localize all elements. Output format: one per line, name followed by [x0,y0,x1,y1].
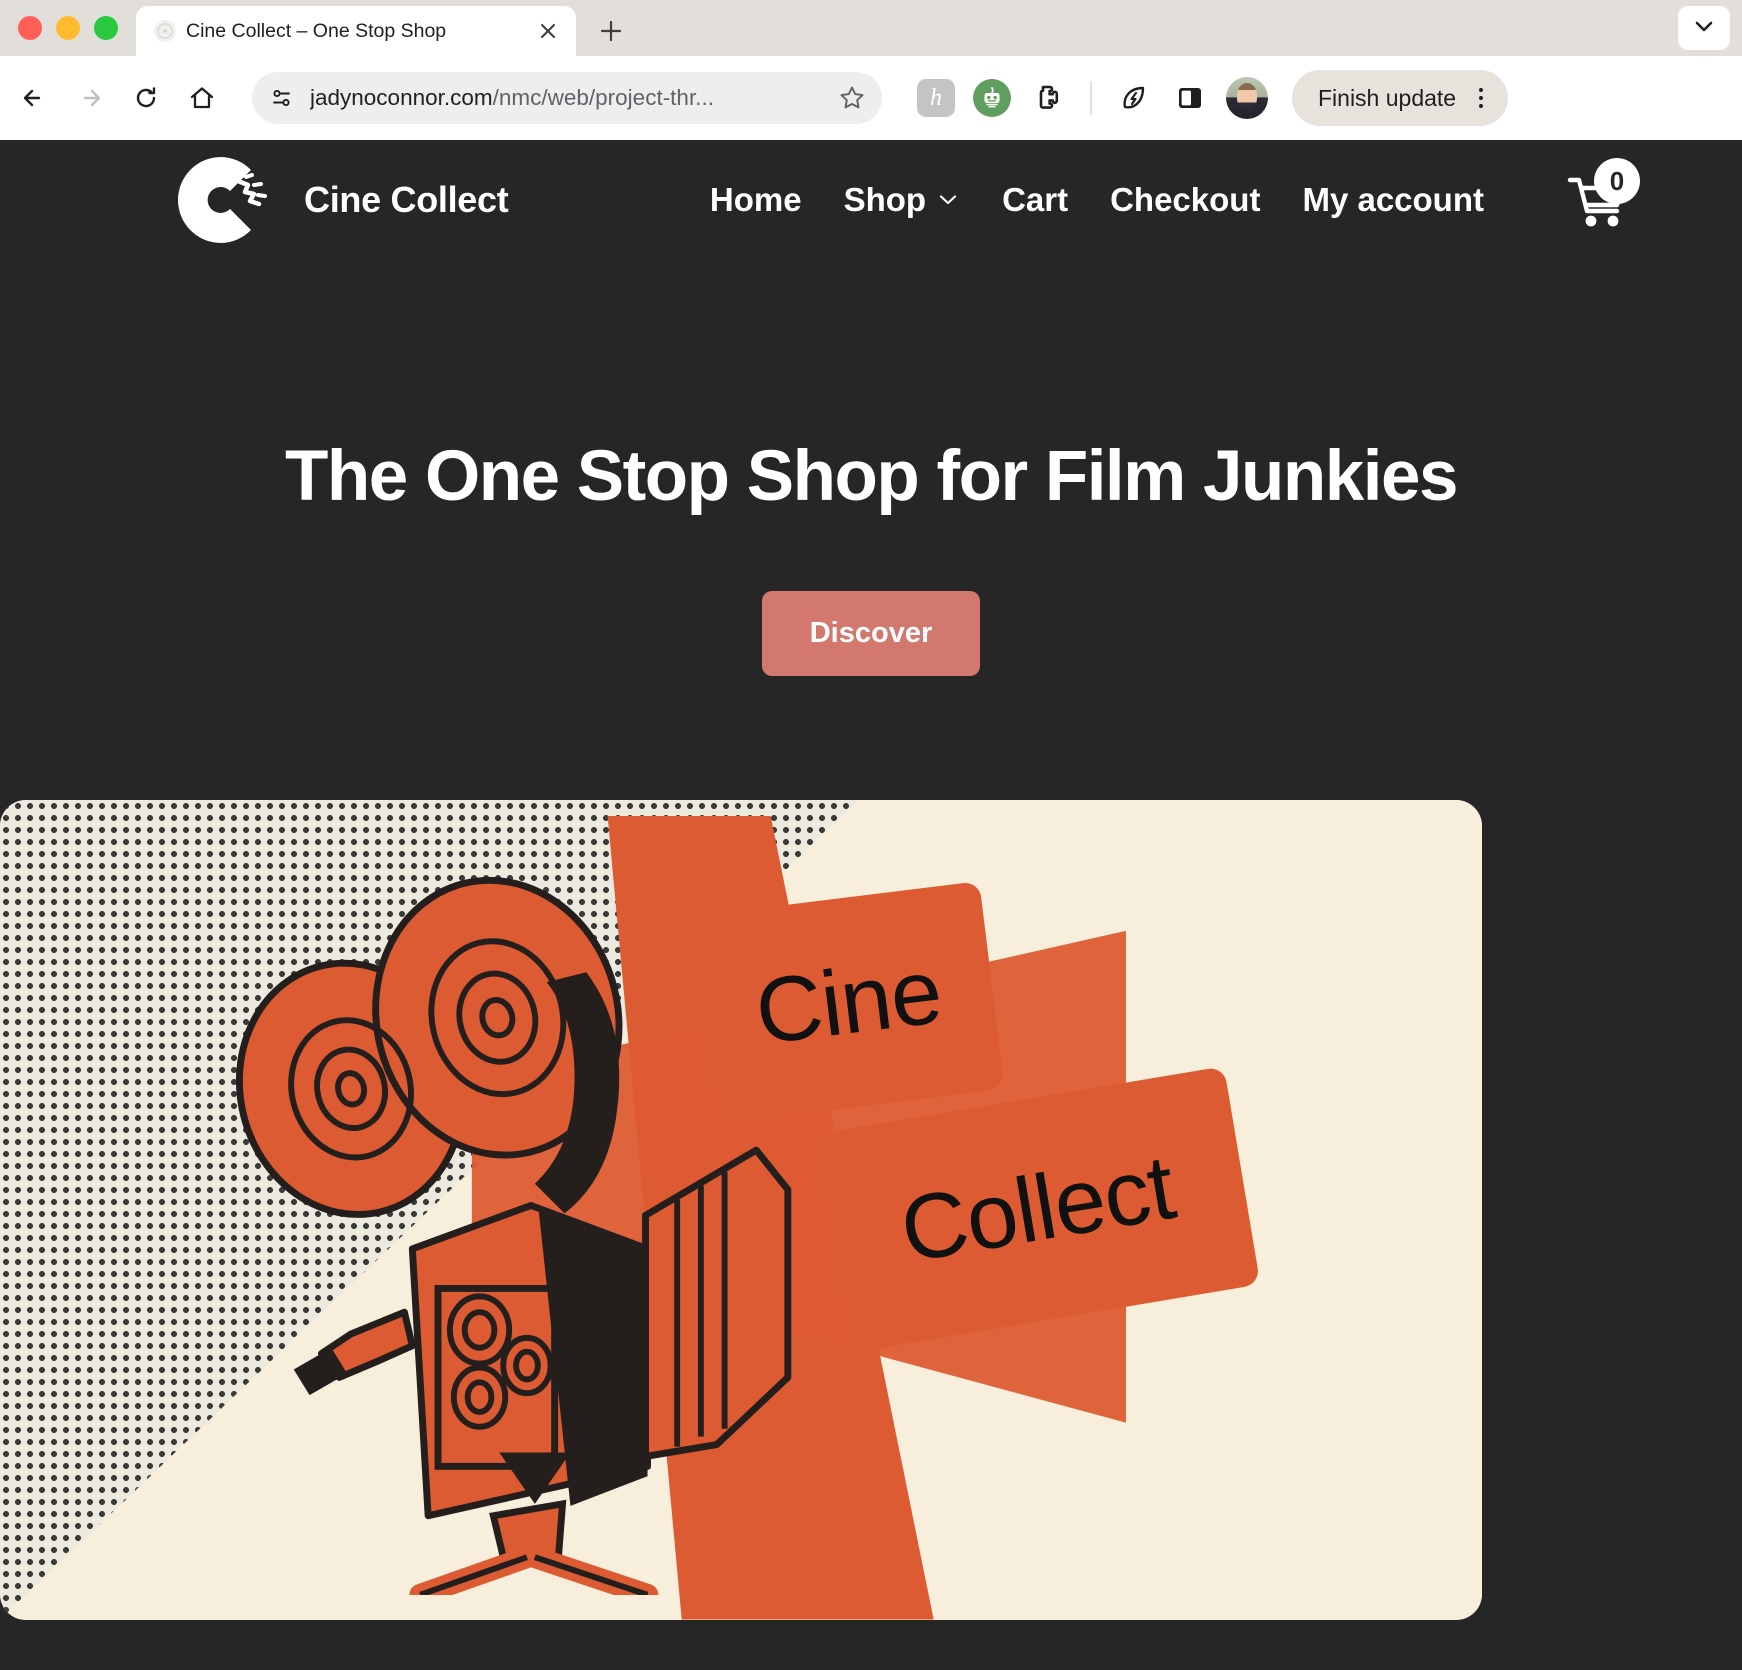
cart-button[interactable]: 0 [1562,158,1640,236]
maximize-window-button[interactable] [94,16,118,40]
browser-tab[interactable]: Cine Collect – One Stop Shop [136,6,576,56]
browser-toolbar: jadynoconnor.com/nmc/web/project-thr... … [0,56,1742,140]
leaf-bolt-extension-icon[interactable] [1114,78,1154,118]
new-tab-button[interactable] [590,10,632,52]
shopping-cart-icon [1562,177,1634,240]
nav-item-checkout[interactable]: Checkout [1110,181,1260,219]
star-icon[interactable] [830,76,874,120]
nav-item-cart-label: Cart [1002,181,1069,218]
home-icon[interactable] [176,72,228,124]
nav-item-my-account-label: My account [1302,181,1484,218]
url-path: /nmc/web/project-thr... [492,85,714,110]
finish-update-label: Finish update [1318,84,1457,111]
retro-film-projector-illustration: Cine Collect [0,799,1482,1620]
nav-item-cart[interactable]: Cart [1002,181,1068,219]
hero-section: The One Stop Shop for Film Junkies Disco… [0,260,1742,1620]
nav-item-shop-label: Shop [843,181,927,218]
tab-search-button[interactable] [1678,6,1730,50]
site-settings-icon[interactable] [262,78,302,118]
three-dots-menu-icon[interactable] [1464,88,1498,108]
extensions-area: h [916,77,1268,119]
nav-item-shop[interactable]: Shop [844,181,960,219]
close-window-button[interactable] [18,16,42,40]
figure-card-cine: Cine [692,881,1005,1124]
nav-item-home[interactable]: Home [710,181,802,219]
site-navigation: Home Shop Cart Checkout My account 0 [710,158,1640,236]
robot-extension-icon[interactable] [972,78,1012,118]
back-arrow-icon[interactable] [8,72,60,124]
minimize-window-button[interactable] [56,16,80,40]
discover-button[interactable]: Discover [761,590,981,676]
extensions-puzzle-icon[interactable] [1028,78,1068,118]
reload-icon[interactable] [120,72,172,124]
site-favicon [154,20,176,42]
honey-icon-glyph: h [917,79,955,117]
brand[interactable]: Cine Collect [172,151,509,249]
nav-item-checkout-label: Checkout [1110,181,1261,218]
nav-item-my-account[interactable]: My account [1302,181,1484,219]
forward-arrow-icon[interactable] [64,72,116,124]
browser-window: Cine Collect – One Stop Shop jadynoconno… [0,0,1742,1670]
close-icon[interactable] [534,17,562,45]
cart-count-badge: 0 [1594,158,1640,204]
address-bar[interactable]: jadynoconnor.com/nmc/web/project-thr... [252,72,882,124]
finish-update-button[interactable]: Finish update [1292,70,1509,126]
page-title: The One Stop Shop for Film Junkies [285,437,1458,516]
chevron-down-icon [936,181,960,219]
site-header: Cine Collect Home Shop Cart Checkout My … [0,140,1742,260]
side-panel-icon[interactable] [1170,78,1210,118]
tab-title: Cine Collect – One Stop Shop [186,19,447,42]
toolbar-divider [1090,81,1092,115]
window-controls [18,0,136,56]
tab-strip: Cine Collect – One Stop Shop [0,0,1742,56]
chevron-down-icon [1692,14,1716,43]
page-content: Cine Collect Home Shop Cart Checkout My … [0,140,1742,1670]
url-text: jadynoconnor.com/nmc/web/project-thr... [310,85,822,111]
robot-icon-glyph [973,79,1011,117]
honey-extension-icon[interactable]: h [916,78,956,118]
brand-name: Cine Collect [304,179,509,220]
nav-item-home-label: Home [709,181,802,218]
profile-avatar[interactable] [1226,77,1268,119]
cine-collect-projector-logo [172,151,270,249]
url-domain: jadynoconnor.com [310,85,493,110]
